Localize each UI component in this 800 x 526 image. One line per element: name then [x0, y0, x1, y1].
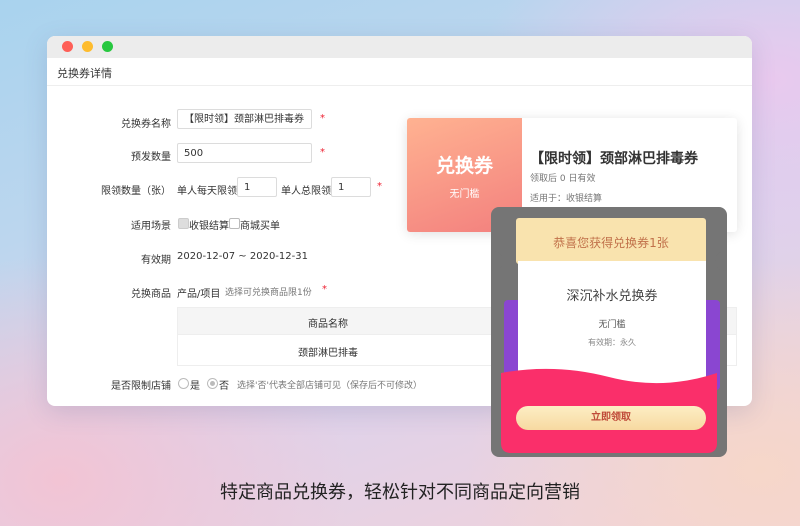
scene-checkbox-cashier[interactable] — [178, 218, 189, 229]
coupon-name: 深沉补水兑换券 — [566, 289, 658, 304]
marketing-caption: 特定商品兑换券，轻松针对不同商品定向营销 — [220, 482, 580, 503]
goods-hint[interactable]: 选择可兑换商品限1份 — [225, 285, 312, 298]
scene-option-mall: 商城买单 — [240, 221, 280, 232]
required-mark: * — [377, 181, 382, 192]
congrats-banner: 恭喜您获得兑换券1张 — [516, 218, 706, 264]
quantity-label: 预发数量 — [131, 152, 171, 163]
ticket-notch-left — [491, 251, 503, 271]
name-input[interactable]: 【限时领】颈部淋巴排毒券 — [177, 109, 312, 129]
page-header: 兑换券详情 — [47, 58, 752, 86]
maximize-window-button[interactable] — [102, 41, 113, 52]
required-mark: * — [322, 284, 327, 295]
validity-value: 2020-12-07 ~ 2020-12-31 — [177, 251, 308, 262]
scene-checkbox-mall[interactable] — [229, 218, 240, 229]
column-header-name: 商品名称 — [308, 319, 348, 330]
coupon-card-scope: 适用于：收银结算 — [530, 194, 603, 204]
scene-option-cashier: 收银结算 — [189, 221, 229, 232]
coupon-validity: 有效期：永久 — [588, 338, 636, 347]
goods-type: 产品/项目 — [177, 289, 221, 300]
required-mark: * — [320, 147, 325, 158]
goods-label: 兑换商品 — [131, 289, 171, 300]
ticket-notch-right — [715, 251, 727, 271]
total-limit-label: 单人总限领 — [281, 186, 331, 197]
coupon-badge-threshold: 无门槛 — [449, 189, 480, 200]
total-limit-input[interactable]: 1 — [331, 177, 371, 197]
minimize-window-button[interactable] — [82, 41, 93, 52]
required-mark: * — [320, 113, 325, 124]
claim-now-button[interactable]: 立即领取 — [516, 406, 706, 430]
congrats-text: 恭喜您获得兑换券1张 — [553, 236, 669, 250]
table-cell-name: 颈部淋巴排毒 — [298, 348, 358, 359]
page-title: 兑换券详情 — [57, 67, 112, 80]
coupon-badge-title: 兑换券 — [435, 155, 493, 177]
close-window-button[interactable] — [62, 41, 73, 52]
daily-limit-label: 单人每天限领 — [177, 186, 237, 197]
validity-label: 有效期 — [141, 255, 171, 266]
title-bar — [47, 36, 752, 58]
scene-label: 适用场景 — [131, 221, 171, 232]
name-label: 兑换券名称 — [121, 119, 171, 130]
quantity-input[interactable]: 500 — [177, 143, 312, 163]
store-limit-no-radio[interactable] — [207, 378, 218, 389]
daily-limit-input[interactable]: 1 — [237, 177, 277, 197]
limit-label: 限领数量（张） — [101, 186, 171, 197]
store-limit-hint: 选择'否'代表全部店铺可见（保存后不可修改） — [237, 381, 422, 391]
store-limit-no-label: 否 — [219, 381, 229, 392]
coupon-card-validity: 领取后 0 日有效 — [530, 174, 596, 184]
coupon-threshold: 无门槛 — [598, 320, 626, 330]
store-limit-yes-label: 是 — [190, 381, 200, 392]
store-limit-label: 是否限制店铺 — [111, 381, 171, 392]
coupon-card-title: 【限时领】颈部淋巴排毒券 — [530, 151, 698, 167]
mobile-coupon-preview: 恭喜您获得兑换券1张 深沉补水兑换券 无门槛 有效期：永久 立即领取 — [491, 207, 727, 457]
store-limit-yes-radio[interactable] — [178, 378, 189, 389]
